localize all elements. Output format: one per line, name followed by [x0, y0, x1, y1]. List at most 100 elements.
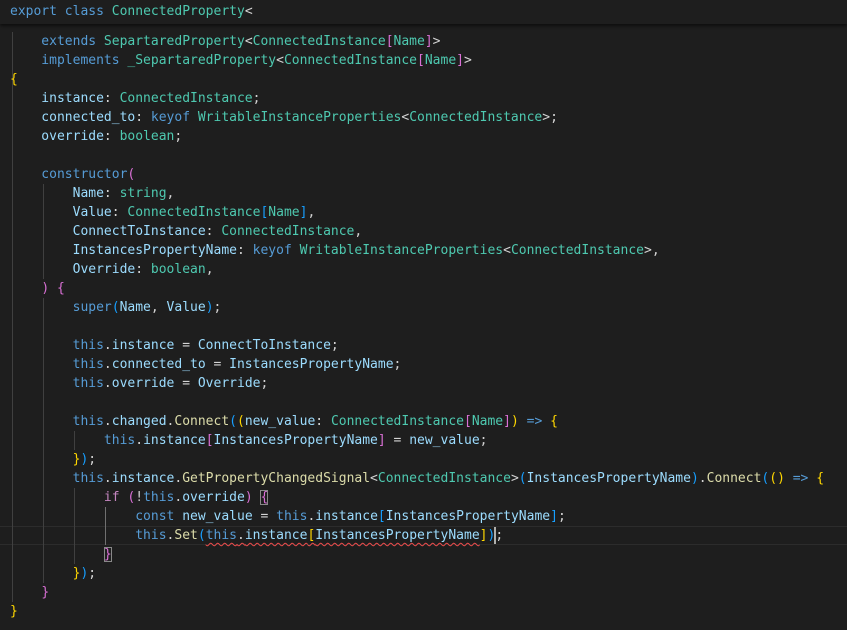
code-line[interactable]: } [10, 583, 49, 602]
code-token: this [205, 528, 237, 543]
code-token: < [401, 110, 410, 125]
code-token: > [463, 53, 472, 68]
code-token: this [10, 471, 104, 486]
code-token: ) [690, 471, 699, 486]
code-line[interactable]: this.connected_to = InstancesPropertyNam… [10, 355, 402, 374]
code-line[interactable]: const new_value = this.instance[Instance… [10, 507, 566, 526]
code-line[interactable]: implements _SepartaredProperty<Connected… [10, 51, 472, 70]
code-token: export [10, 4, 65, 19]
code-token: _SepartaredProperty [127, 53, 277, 68]
code-token: . [103, 471, 112, 486]
code-line[interactable]: InstancesPropertyName: keyof WritableIns… [10, 241, 660, 260]
code-token: new_value [182, 509, 253, 524]
code-line[interactable]: this.changed.Connect((new_value: Connect… [10, 412, 558, 431]
code-token: ; [260, 376, 269, 391]
code-line[interactable]: super(Name, Value); [10, 298, 222, 317]
code-token: ( [111, 300, 120, 315]
code-token: boolean [119, 129, 175, 144]
code-token: Name [268, 205, 300, 220]
code-token: ] [456, 53, 464, 68]
code-line[interactable]: { [10, 70, 18, 89]
code-line[interactable]: Value: ConnectedInstance[Name], [10, 203, 316, 222]
code-token: ConnectedInstance [330, 414, 464, 429]
code-line[interactable]: ) { [10, 279, 64, 298]
code-line[interactable]: constructor( [10, 165, 135, 184]
code-token: ) [510, 414, 519, 429]
code-token: : [111, 205, 128, 220]
code-line[interactable]: }); [10, 450, 96, 469]
code-token: Value [10, 205, 112, 220]
code-token: ( [518, 471, 527, 486]
code-line[interactable]: override: boolean; [10, 127, 182, 146]
code-token: < [244, 4, 253, 19]
code-line[interactable]: this.instance.GetPropertyChangedSignal<C… [10, 469, 824, 488]
code-token: < [244, 34, 253, 49]
code-token: string [119, 186, 167, 201]
sticky-scroll-line[interactable]: export class ConnectedProperty< [10, 2, 253, 21]
code-token: ( [769, 471, 778, 486]
code-token: connected_to [10, 110, 136, 125]
code-token: ] [377, 433, 386, 448]
code-token: this [276, 509, 308, 524]
text-cursor [494, 527, 496, 544]
code-token: WritableInstanceProperties [197, 110, 402, 125]
code-line[interactable]: if (!this.override) { [10, 488, 269, 507]
code-token: ConnectedInstance [283, 53, 418, 68]
code-token: ! [135, 490, 144, 505]
code-token: instance [10, 91, 104, 106]
code-token: ; [252, 91, 261, 106]
code-line[interactable]: connected_to: keyof WritableInstanceProp… [10, 108, 558, 127]
code-token: InstancesPropertyName [526, 471, 691, 486]
code-token: instance [111, 338, 175, 353]
code-token: { [816, 471, 825, 486]
code-token: { [10, 72, 18, 87]
sticky-scroll-header[interactable]: export class ConnectedProperty< [0, 0, 847, 24]
code-token: , [354, 224, 363, 239]
code-line[interactable]: Name: string, [10, 184, 175, 203]
code-token: ) [777, 471, 785, 486]
code-token: class [64, 4, 112, 19]
code-token: Override [10, 262, 136, 277]
code-token: { [550, 414, 558, 429]
code-token: ) [205, 300, 214, 315]
code-token: override [182, 490, 245, 505]
code-token: InstancesPropertyName [385, 509, 551, 524]
code-line[interactable]: this.instance[InstancesPropertyName] = n… [10, 431, 488, 450]
code-token: InstancesPropertyName [10, 243, 237, 258]
code-line[interactable]: ConnectToInstance: ConnectedInstance, [10, 222, 363, 241]
code-token: ( [127, 167, 136, 182]
code-token: : [103, 129, 120, 144]
code-token: ; [174, 129, 183, 144]
code-line[interactable]: Override: boolean, [10, 260, 214, 279]
code-token: : [103, 91, 120, 106]
code-token: >, [644, 243, 660, 258]
code-token: Name [10, 186, 104, 201]
code-line[interactable]: this.Set(this.instance[InstancesProperty… [10, 526, 503, 545]
code-line[interactable]: this.instance = ConnectToInstance; [10, 336, 339, 355]
code-line[interactable]: } [10, 545, 112, 564]
code-line[interactable]: } [10, 602, 18, 621]
code-line[interactable]: }); [10, 564, 96, 583]
code-line[interactable]: this.override = Override; [10, 374, 269, 393]
code-token: => [526, 414, 543, 429]
code-token: = [252, 509, 277, 524]
code-line[interactable]: instance: ConnectedInstance; [10, 89, 260, 108]
code-token: keyof [150, 110, 198, 125]
code-token: Connect [174, 414, 230, 429]
code-token: this [143, 490, 175, 505]
code-token: ( [237, 414, 245, 429]
code-token: ( [229, 414, 237, 429]
code-line[interactable]: extends SepartaredProperty<ConnectedInst… [10, 32, 440, 51]
code-token: [ [464, 414, 472, 429]
code-editor[interactable]: extends SepartaredProperty<ConnectedInst… [0, 0, 847, 630]
code-token: ; [479, 433, 488, 448]
code-token: ConnectedInstance [409, 110, 543, 125]
code-token: < [276, 53, 284, 68]
code-token: . [135, 433, 144, 448]
code-token: const [10, 509, 175, 524]
code-token: this [10, 338, 104, 353]
